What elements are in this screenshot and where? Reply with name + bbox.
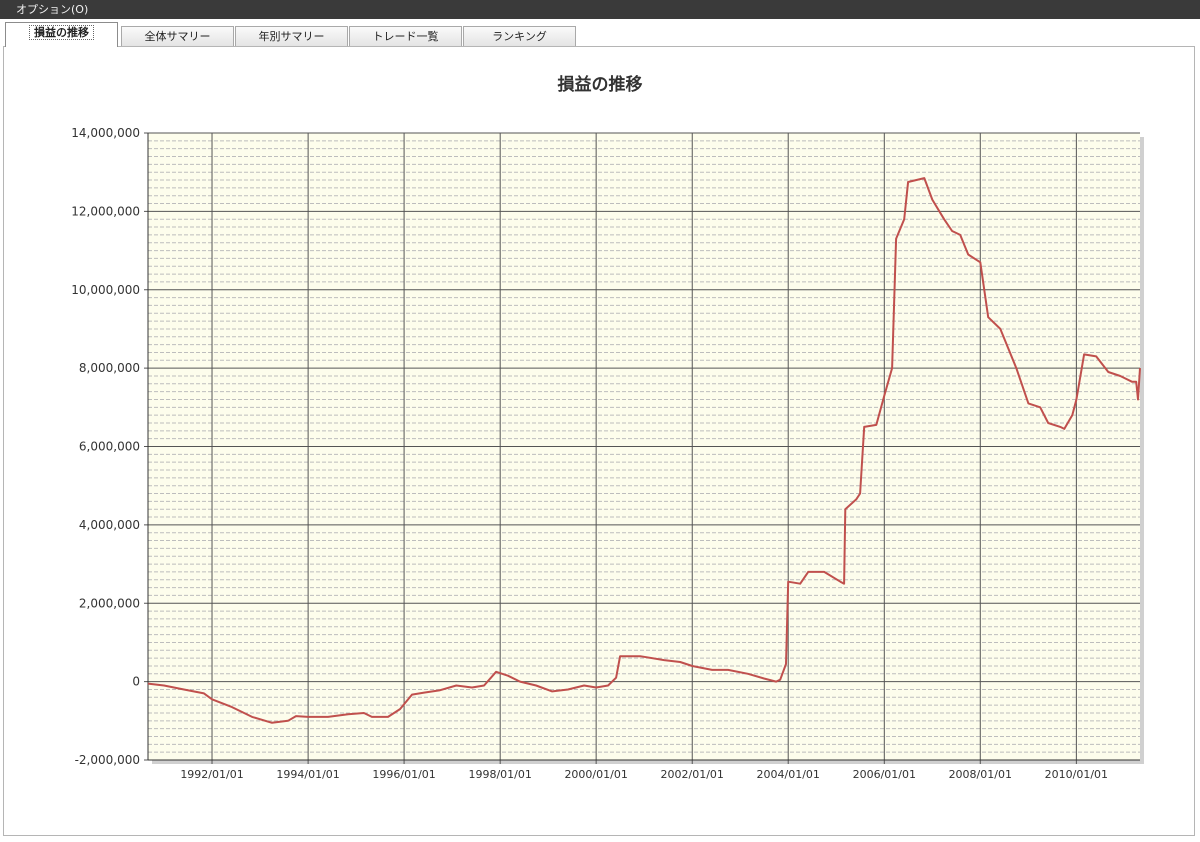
y-tick-label: 8,000,000: [79, 361, 140, 375]
x-tick-label: 1994/01/01: [276, 768, 339, 781]
tab-label: 損益の推移: [29, 25, 94, 40]
y-tick-label: -2,000,000: [75, 753, 140, 767]
x-tick-label: 2006/01/01: [853, 768, 916, 781]
y-tick-label: 14,000,000: [71, 126, 140, 140]
x-tick-label: 1998/01/01: [468, 768, 531, 781]
x-tick-label: 2004/01/01: [757, 768, 820, 781]
x-tick-label: 1992/01/01: [180, 768, 243, 781]
y-tick-label: 10,000,000: [71, 283, 140, 297]
x-tick-label: 2010/01/01: [1045, 768, 1108, 781]
y-tick-label: 2,000,000: [79, 596, 140, 610]
y-tick-label: 12,000,000: [71, 204, 140, 218]
y-tick-label: 0: [132, 675, 140, 689]
chart-title: 損益の推移: [558, 74, 643, 95]
x-tick-label: 2002/01/01: [661, 768, 724, 781]
x-tick-label: 2008/01/01: [949, 768, 1012, 781]
x-tick-label: 1996/01/01: [372, 768, 435, 781]
tab-profit-trend[interactable]: 損益の推移: [5, 22, 118, 47]
y-tick-label: 4,000,000: [79, 518, 140, 532]
profit-chart: 損益の推移 -2,000,000 0 2,000,000 4,000,000 6,000…: [71, 74, 1144, 781]
x-tick-label: 2000/01/01: [564, 768, 627, 781]
y-tick-label: 6,000,000: [79, 440, 140, 454]
